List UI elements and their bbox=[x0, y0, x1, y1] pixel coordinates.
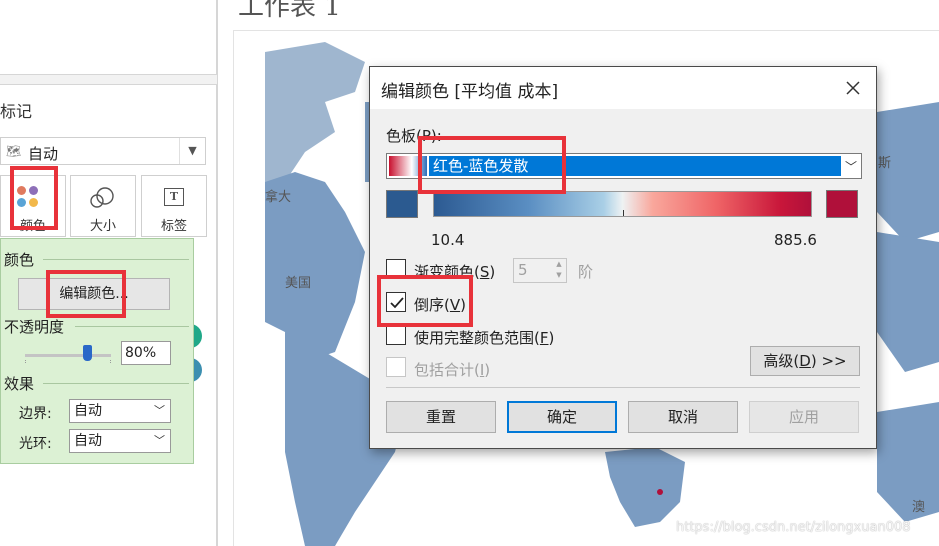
sheet-title: 工作表 1 bbox=[238, 0, 341, 22]
annotation-highlight-reversed bbox=[377, 275, 473, 327]
full-range-checkbox[interactable] bbox=[386, 325, 406, 345]
border-label: 边界: bbox=[19, 406, 52, 422]
map-label-usa: 美国 bbox=[285, 276, 312, 291]
mark-type-value: 自动 bbox=[28, 145, 59, 163]
size-button-label: 大小 bbox=[89, 219, 116, 234]
size-circles-icon bbox=[90, 187, 114, 208]
opacity-slider-thumb[interactable] bbox=[83, 345, 92, 361]
spin-up-icon[interactable]: ▲ bbox=[552, 259, 566, 270]
map-label-russia: 斯 bbox=[878, 156, 892, 171]
spin-down-icon[interactable]: ▼ bbox=[552, 270, 566, 281]
include-totals-label: 包括合计(I) bbox=[414, 361, 491, 379]
range-max-value: 885.6 bbox=[774, 231, 817, 249]
slider-ticks bbox=[25, 360, 111, 363]
full-range-label: 使用完整颜色范围(F) bbox=[414, 329, 555, 347]
steps-value: 5 bbox=[518, 261, 528, 279]
ramp-center-tick bbox=[623, 210, 624, 216]
annotation-highlight-edit-colors bbox=[46, 270, 126, 318]
color-section-title: 颜色 bbox=[4, 251, 35, 269]
start-color-swatch[interactable] bbox=[386, 190, 418, 218]
dialog-separator bbox=[386, 387, 860, 388]
halo-select-value: 自动 bbox=[74, 433, 102, 449]
color-ramp bbox=[433, 191, 812, 217]
close-button[interactable] bbox=[830, 67, 876, 109]
end-color-swatch[interactable] bbox=[826, 190, 858, 218]
reset-button[interactable]: 重置 bbox=[386, 401, 496, 433]
chevron-down-icon: ﹀ bbox=[154, 434, 165, 447]
watermark: https://blog.csdn.net/zilongxuan008 bbox=[676, 520, 911, 535]
divider bbox=[75, 326, 189, 327]
map-label-canada: 拿大 bbox=[265, 190, 292, 205]
halo-label: 光环: bbox=[19, 436, 52, 452]
opacity-input[interactable]: 80% bbox=[121, 341, 171, 365]
apply-button[interactable]: 应用 bbox=[749, 401, 859, 433]
text-label-icon: T bbox=[164, 188, 184, 206]
effects-section-title: 效果 bbox=[4, 375, 35, 393]
halo-select[interactable]: 自动 ﹀ bbox=[69, 429, 171, 453]
map-label-australia: 澳 bbox=[912, 500, 926, 515]
opacity-section-title: 不透明度 bbox=[4, 318, 65, 336]
size-button[interactable]: 大小 bbox=[70, 175, 136, 237]
border-select[interactable]: 自动 ﹀ bbox=[69, 399, 171, 423]
border-select-value: 自动 bbox=[74, 403, 102, 419]
ok-button[interactable]: 确定 bbox=[507, 401, 617, 433]
annotation-highlight-palette bbox=[418, 136, 566, 194]
mark-type-dropdown[interactable]: 🗺 自动 ▼ bbox=[0, 137, 206, 165]
label-button-label: 标签 bbox=[160, 219, 187, 234]
opacity-slider-track[interactable] bbox=[25, 354, 111, 357]
steps-unit: 阶 bbox=[578, 263, 594, 281]
chevron-down-icon: ﹀ bbox=[154, 404, 165, 417]
steps-input[interactable]: 5 ▲ ▼ bbox=[513, 258, 567, 283]
close-icon bbox=[846, 81, 860, 95]
map-mark-icon: 🗺 bbox=[6, 144, 22, 158]
marks-card-title: 标记 bbox=[0, 102, 33, 121]
divider bbox=[43, 259, 189, 260]
edit-colors-dialog: 编辑颜色 [平均值 成本] 色板(P): 红色-蓝色发散 ﹀ 10.4 885.… bbox=[369, 66, 877, 449]
chevron-down-icon: ﹀ bbox=[844, 160, 857, 174]
divider bbox=[43, 383, 189, 384]
cancel-button[interactable]: 取消 bbox=[628, 401, 738, 433]
include-totals-checkbox[interactable] bbox=[386, 357, 406, 377]
filters-card bbox=[0, 0, 217, 75]
dialog-titlebar: 编辑颜色 [平均值 成本] bbox=[370, 67, 876, 109]
label-button[interactable]: T 标签 bbox=[141, 175, 207, 237]
chevron-down-icon[interactable]: ▼ bbox=[179, 138, 205, 164]
dialog-title: 编辑颜色 [平均值 成本] bbox=[381, 82, 559, 102]
annotation-highlight-color-button bbox=[10, 166, 58, 230]
advanced-button[interactable]: 高级(D) >> bbox=[750, 346, 860, 376]
range-min-value: 10.4 bbox=[431, 231, 465, 249]
